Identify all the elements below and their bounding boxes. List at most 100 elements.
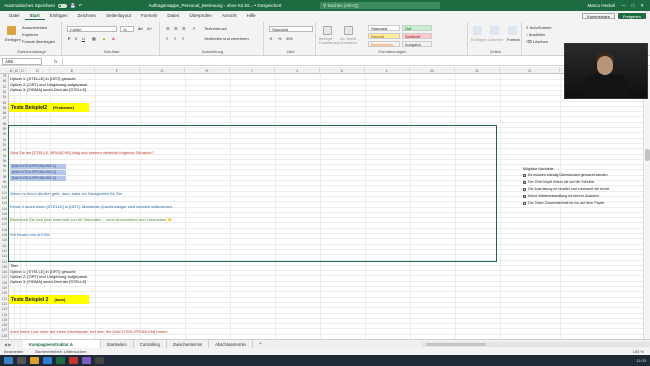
undo-icon[interactable]: ↶	[79, 3, 83, 9]
merge-center-button[interactable]: Verbinden und zentrieren	[204, 36, 249, 41]
search-box[interactable]: ⚲ Suchen (Alt+Q)	[320, 2, 440, 9]
align-right-icon[interactable]: ≡	[182, 36, 184, 41]
tab-hilfe[interactable]: Hilfe	[242, 11, 261, 20]
insert-cells-button[interactable]: Einfügen	[471, 37, 487, 42]
add-sheet-button[interactable]: +	[259, 341, 262, 347]
style-standard[interactable]: Standard	[368, 25, 400, 31]
style-schlecht[interactable]: Schlecht	[402, 33, 432, 39]
italic-icon[interactable]: K	[75, 36, 78, 41]
checkbox-icon[interactable]	[523, 180, 526, 184]
bottom-line[interactable]: Auch keine Lust mehr auf einen Arbeitspl…	[10, 329, 169, 334]
percent-icon[interactable]: %	[278, 36, 282, 41]
insert-cells-icon[interactable]	[473, 26, 482, 35]
format-cells-button[interactable]: Format	[507, 37, 520, 42]
file-explorer-icon[interactable]	[30, 357, 39, 364]
style-gut[interactable]: Gut	[402, 25, 432, 31]
column-header[interactable]: M	[410, 67, 455, 74]
fill-button[interactable]: ↓ Ausfüllen	[526, 32, 545, 37]
delete-cells-button[interactable]: Löschen	[488, 37, 503, 42]
search-input[interactable]: Suchen (Alt+Q)	[328, 3, 359, 8]
column-header[interactable]: I	[230, 67, 275, 74]
style-neutral[interactable]: Neutral	[368, 33, 400, 39]
save-icon[interactable]: 💾	[70, 3, 76, 9]
column-header[interactable]: H	[185, 67, 230, 74]
clear-button[interactable]: ⌫ Löschen	[526, 39, 548, 44]
format-cells-icon[interactable]	[508, 26, 517, 35]
style-berechnung[interactable]: Berechnung	[368, 41, 400, 47]
tab-zeichnen[interactable]: Zeichnen	[73, 11, 102, 20]
paste-icon[interactable]	[7, 26, 16, 35]
tab-formeln[interactable]: Formeln	[136, 11, 163, 20]
app-icon[interactable]	[95, 357, 104, 364]
tab-daten[interactable]: Daten	[162, 11, 184, 20]
comments-button[interactable]: Kommentare	[582, 12, 615, 19]
checkbox-icon[interactable]	[523, 173, 526, 177]
maximize-icon[interactable]: □	[632, 3, 635, 9]
scroll-thumb[interactable]	[645, 149, 650, 161]
cell-text[interactable]: Option 3: [FIRMA] sucht Dich als [STELLE…	[10, 279, 86, 284]
checkbox-icon[interactable]	[523, 201, 526, 205]
autosum-button[interactable]: Σ AutoSumme	[526, 25, 552, 30]
column-header[interactable]: G	[140, 67, 185, 74]
grow-font-icon[interactable]: A˄	[138, 26, 143, 31]
sheet-nav-arrows[interactable]: ◀ ▶	[0, 342, 23, 347]
column-header[interactable]: D	[26, 67, 50, 74]
browser-icon[interactable]	[43, 357, 52, 364]
column-header[interactable]: O	[500, 67, 560, 74]
border-icon[interactable]: ▦	[92, 36, 96, 41]
orientation-icon[interactable]: ↗	[192, 26, 195, 31]
fx-icon[interactable]: fx	[54, 59, 58, 64]
tab-datei[interactable]: Datei	[4, 11, 25, 20]
underline-icon[interactable]: U	[82, 36, 85, 41]
fill-color-icon[interactable]: ▲	[102, 36, 106, 41]
conditional-format-icon[interactable]	[323, 26, 332, 35]
column-header[interactable]: E	[50, 67, 95, 74]
shrink-font-icon[interactable]: A˅	[147, 26, 152, 31]
cell-text[interactable]: Option 1: [STELLE] in [ORT] gesucht	[10, 76, 76, 81]
font-name-select[interactable]: Calibri	[67, 26, 117, 32]
autosave-toggle[interactable]	[58, 3, 68, 8]
tab-seitenlayout[interactable]: Seitenlayout	[101, 11, 136, 20]
font-color-icon[interactable]: A	[112, 36, 115, 41]
close-icon[interactable]: ✕	[640, 3, 644, 9]
align-middle-icon[interactable]: ☰	[174, 26, 178, 31]
share-button[interactable]: Freigeben	[617, 12, 646, 19]
thousands-icon[interactable]: 000	[286, 36, 293, 41]
align-center-icon[interactable]: ≡	[174, 36, 176, 41]
wrap-text-button[interactable]: Textumbruch	[204, 26, 227, 31]
user-name[interactable]: Marco Heckel	[587, 3, 615, 8]
horizontal-scrollbar[interactable]	[421, 341, 650, 347]
name-box[interactable]: A96	[2, 57, 42, 65]
cell-text[interactable]: Option 3: [FIRMA] sucht Dich als [STELLE…	[10, 87, 86, 92]
taskbar-search-icon[interactable]	[17, 357, 26, 364]
formula-input[interactable]	[61, 57, 650, 65]
currency-icon[interactable]: €	[270, 36, 272, 41]
format-as-table-button[interactable]: Als Tabelle formatieren	[340, 37, 362, 45]
app-icon[interactable]	[82, 357, 91, 364]
heading-texte-beispiel-2[interactable]: Texte Beispiel 2 (kurz)	[9, 295, 89, 304]
minimize-icon[interactable]: —	[621, 3, 626, 9]
align-left-icon[interactable]: ≡	[166, 36, 168, 41]
excel-icon[interactable]	[56, 357, 65, 364]
cut-button[interactable]: Ausschneiden	[22, 25, 47, 30]
paste-button[interactable]: Einfügen	[5, 37, 21, 42]
tab-ansicht[interactable]: Ansicht	[217, 11, 242, 20]
font-size-select[interactable]: 11	[120, 26, 134, 32]
system-clock[interactable]: 11:03	[636, 358, 646, 363]
number-format-select[interactable]: Standard	[269, 26, 313, 32]
conditional-format-button[interactable]: Bedingte Formatierung	[319, 37, 339, 45]
zoom-level[interactable]: 100 %	[633, 349, 644, 354]
checkbox-icon[interactable]	[523, 194, 526, 198]
tab-start[interactable]: Start	[24, 11, 45, 20]
app-icon[interactable]	[69, 357, 78, 364]
column-header[interactable]: N	[455, 67, 500, 74]
align-top-icon[interactable]: ☰	[166, 26, 170, 31]
copy-button[interactable]: Kopieren	[22, 32, 38, 37]
cell-text[interactable]: Titel:	[10, 263, 19, 268]
tab-ueberpruefen[interactable]: Überprüfen	[184, 11, 217, 20]
delete-cells-icon[interactable]	[490, 26, 499, 35]
align-bottom-icon[interactable]: ☰	[182, 26, 186, 31]
format-painter-button[interactable]: Format übertragen	[22, 39, 55, 44]
column-header[interactable]: J	[275, 67, 320, 74]
windows-start-icon[interactable]	[4, 357, 13, 364]
